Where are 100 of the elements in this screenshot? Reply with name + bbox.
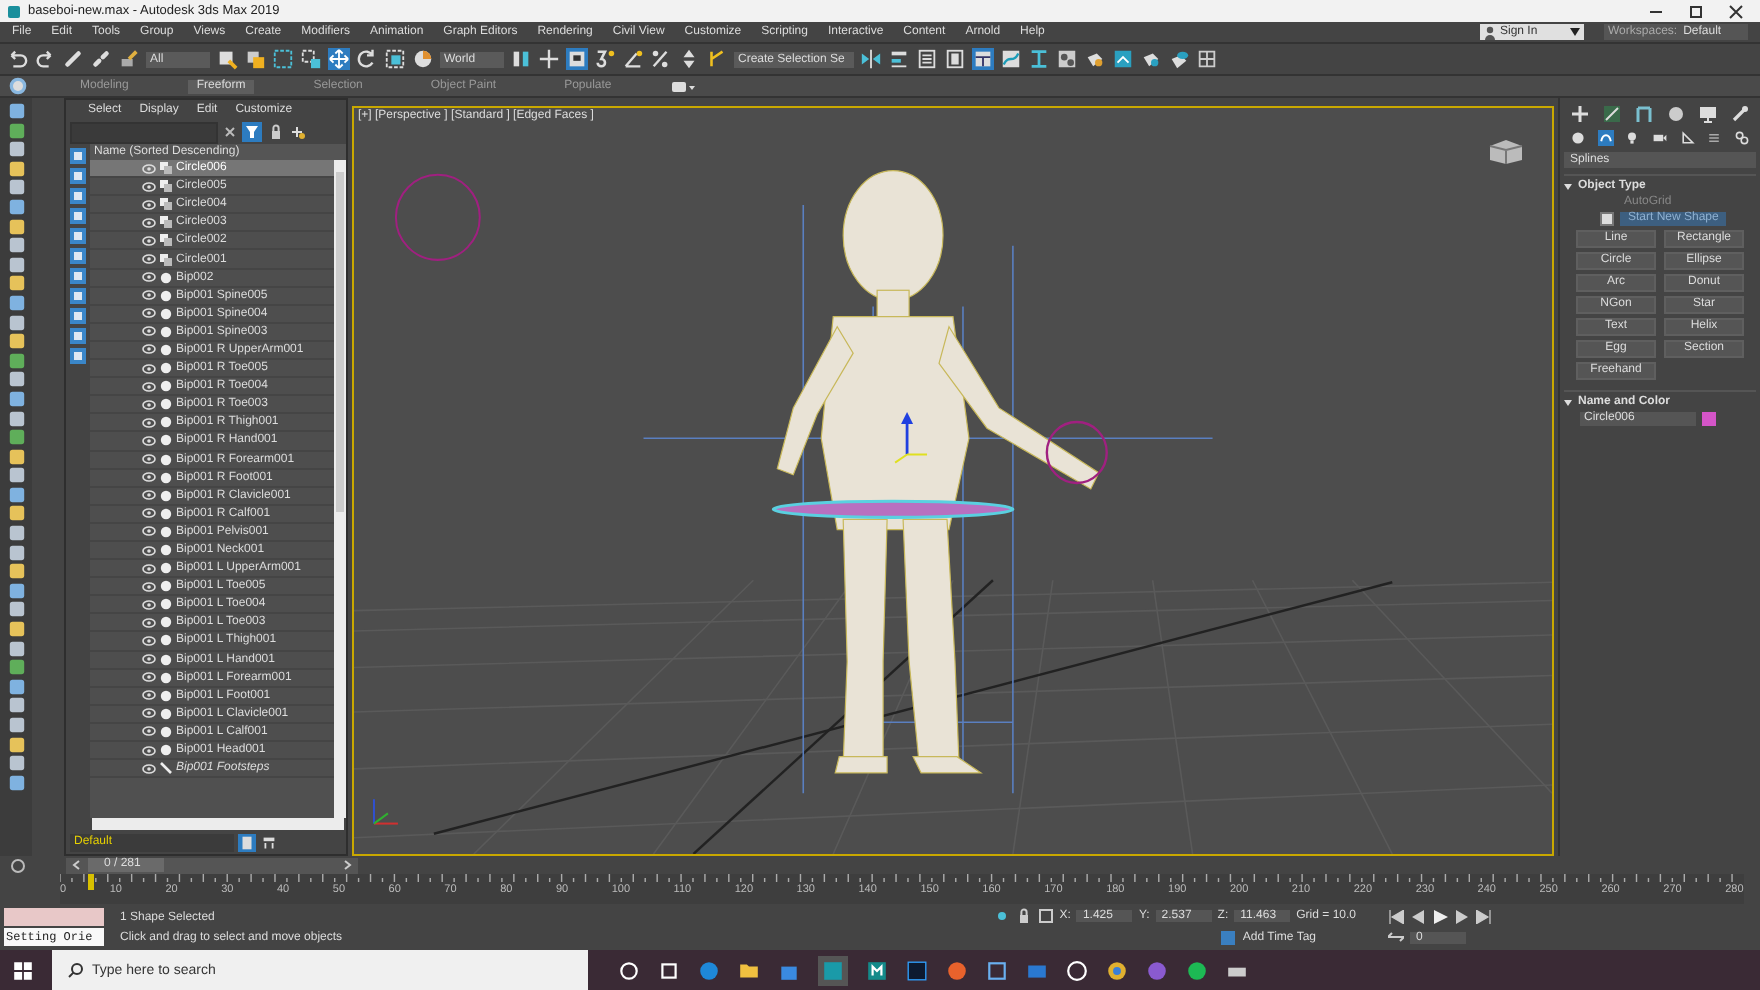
task-view-icon[interactable]: [658, 959, 680, 981]
layer-explorer-icon[interactable]: [944, 48, 966, 70]
filter-icon[interactable]: [242, 122, 262, 142]
restore-icon[interactable]: [1688, 3, 1704, 19]
eye-icon[interactable]: [142, 635, 156, 646]
eye-icon[interactable]: [142, 235, 156, 246]
geometry-icon[interactable]: [1569, 130, 1586, 146]
move-icon[interactable]: [328, 48, 350, 70]
hierarchy-tab-icon[interactable]: [1634, 104, 1654, 124]
unlink-icon[interactable]: [90, 48, 112, 70]
render-cloud-icon[interactable]: [1168, 48, 1190, 70]
undo-icon[interactable]: [6, 48, 28, 70]
placement-icon[interactable]: [412, 48, 434, 70]
eye-icon[interactable]: [142, 526, 156, 537]
go-to-end-icon[interactable]: [1476, 910, 1492, 924]
eye-icon[interactable]: [142, 290, 156, 301]
keyboard-shortcut-icon[interactable]: [566, 48, 588, 70]
angle-snap-icon[interactable]: [622, 48, 644, 70]
schematic-view-icon[interactable]: [1028, 48, 1050, 70]
mirror-icon[interactable]: [860, 48, 882, 70]
eye-icon[interactable]: [142, 672, 156, 683]
eye-icon[interactable]: [142, 217, 156, 228]
pivot-icon[interactable]: [510, 48, 532, 70]
eye-icon[interactable]: [142, 326, 156, 337]
ribbon-options-icon[interactable]: [671, 79, 696, 93]
eye-icon[interactable]: [142, 726, 156, 737]
eye-icon[interactable]: [142, 417, 156, 428]
eye-icon[interactable]: [142, 763, 156, 774]
light-icon[interactable]: [1624, 130, 1641, 146]
modify-tab-icon[interactable]: [1602, 104, 1622, 124]
next-key-icon[interactable]: [1454, 910, 1470, 924]
snap-icon[interactable]: [594, 48, 616, 70]
scene-explorer-icon[interactable]: [916, 48, 938, 70]
absolute-mode-icon[interactable]: [1037, 908, 1054, 924]
scrollbar[interactable]: [334, 160, 346, 818]
search-field[interactable]: [70, 121, 218, 143]
app-3d-icon[interactable]: [818, 955, 848, 985]
eye-icon[interactable]: [142, 435, 156, 446]
eye-icon[interactable]: [142, 563, 156, 574]
eye-icon[interactable]: [142, 163, 156, 174]
folder-icon[interactable]: [738, 959, 760, 981]
redo-icon[interactable]: [34, 48, 56, 70]
eye-icon[interactable]: [142, 581, 156, 592]
mini-curve-editor-icon[interactable]: [10, 857, 26, 873]
lock-icon[interactable]: [1015, 908, 1032, 924]
maxscript-listener-field[interactable]: [4, 908, 104, 926]
eye-icon[interactable]: [142, 545, 156, 556]
layer-explorer-mode-icon[interactable]: [260, 833, 278, 851]
rotate-icon[interactable]: [356, 48, 378, 70]
close-icon[interactable]: [1728, 3, 1744, 19]
app-window-icon[interactable]: [986, 959, 1008, 981]
viewcube-icon[interactable]: [1484, 136, 1524, 164]
systems-icon[interactable]: [1734, 130, 1751, 146]
eye-icon[interactable]: [142, 690, 156, 701]
previous-frame-icon[interactable]: [72, 860, 80, 870]
object-color-swatch[interactable]: [1702, 412, 1716, 426]
start-new-shape-checkbox[interactable]: [1600, 212, 1614, 226]
eye-icon[interactable]: [142, 381, 156, 392]
next-frame-icon[interactable]: [344, 860, 352, 870]
previous-key-icon[interactable]: [1410, 910, 1426, 924]
grid-icon[interactable]: [1196, 48, 1218, 70]
motion-tab-icon[interactable]: [1666, 104, 1686, 124]
select-object-icon[interactable]: [216, 48, 238, 70]
go-to-start-icon[interactable]: [1388, 910, 1404, 924]
window-crossing-icon[interactable]: [300, 48, 322, 70]
eye-icon[interactable]: [142, 454, 156, 465]
globe-icon[interactable]: [8, 76, 28, 96]
select-by-name-icon[interactable]: [244, 48, 266, 70]
eye-icon[interactable]: [142, 708, 156, 719]
eye-icon[interactable]: [142, 272, 156, 283]
material-editor-icon[interactable]: [1056, 48, 1078, 70]
eye-icon[interactable]: [142, 654, 156, 665]
collapse-icon[interactable]: [1564, 183, 1572, 189]
spinner-snap-icon[interactable]: [678, 48, 700, 70]
align-icon[interactable]: [888, 48, 910, 70]
link-icon[interactable]: [62, 48, 84, 70]
eye-icon[interactable]: [142, 181, 156, 192]
eye-icon[interactable]: [142, 308, 156, 319]
utilities-tab-icon[interactable]: [1730, 104, 1750, 124]
lock-icon[interactable]: [268, 124, 284, 140]
play-icon[interactable]: [1432, 910, 1448, 924]
add-icon[interactable]: [290, 124, 306, 140]
rendered-frame-window-icon[interactable]: [1112, 48, 1134, 70]
shapes-icon[interactable]: [1597, 130, 1614, 146]
eye-icon[interactable]: [142, 490, 156, 501]
helpers-icon[interactable]: [1679, 130, 1696, 146]
curve-editor-icon[interactable]: [1000, 48, 1022, 70]
eye-icon[interactable]: [142, 254, 156, 265]
isolate-icon[interactable]: [993, 908, 1010, 924]
eye-icon[interactable]: [142, 199, 156, 210]
clear-icon[interactable]: [224, 126, 236, 138]
eye-icon[interactable]: [142, 745, 156, 756]
render-setup-icon[interactable]: [1084, 48, 1106, 70]
create-tab-icon[interactable]: [1570, 104, 1590, 124]
display-tab-icon[interactable]: [1698, 104, 1718, 124]
bind-icon[interactable]: [118, 48, 140, 70]
horizontal-scrollbar[interactable]: [92, 818, 344, 830]
scene-explorer-mode-icon[interactable]: [238, 833, 256, 851]
percent-snap-icon[interactable]: [650, 48, 672, 70]
app-m-icon[interactable]: [866, 959, 888, 981]
